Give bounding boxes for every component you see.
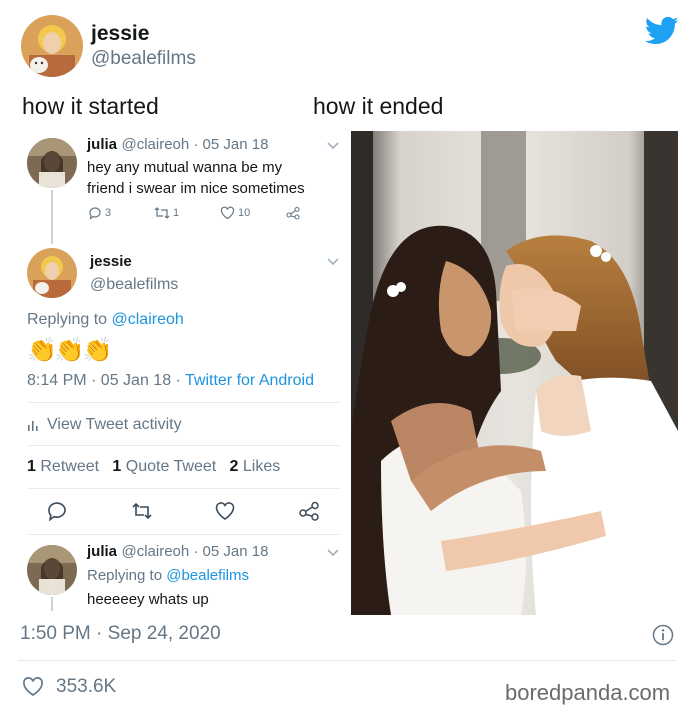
chevron-down-icon[interactable] [326, 548, 340, 558]
tweet1-avatar[interactable] [27, 138, 77, 188]
tweet1-text-line1: hey any mutual wanna be my [87, 159, 283, 176]
retweet-icon[interactable] [131, 500, 153, 522]
likes-label: Likes [242, 458, 281, 475]
tweet3-name[interactable]: julia [87, 543, 117, 560]
tweet2-name[interactable]: jessie [90, 253, 132, 270]
retweets-label: Retweet [40, 458, 100, 475]
heart-icon [220, 206, 235, 220]
tweet1-like-count: 10 [238, 207, 251, 219]
tweet3-header: julia @claireoh · 05 Jan 18 [87, 543, 268, 561]
twitter-bird-icon [645, 16, 679, 45]
quotes-stat[interactable]: 1 Quote Tweet [112, 458, 216, 475]
tweet3-text: heeeeey whats up [87, 591, 209, 608]
retweets-number: 1 [27, 458, 36, 475]
watermark: boredpanda.com [505, 680, 671, 705]
replying-prefix: Replying to [87, 567, 167, 584]
tweet2-time: 8:14 PM · 05 Jan 18 · [27, 372, 186, 389]
tweet1-text-line2: friend i swear im nice sometimes [87, 180, 305, 197]
replying-prefix: Replying to [27, 311, 112, 328]
tweet1-like-button[interactable]: 10 [220, 206, 250, 220]
chevron-down-icon[interactable] [326, 257, 340, 267]
view-tweet-activity[interactable]: View Tweet activity [27, 416, 182, 434]
outer-likes[interactable]: 353.6K [22, 676, 116, 698]
retweets-stat[interactable]: 1 Retweet [27, 458, 99, 475]
reply-icon[interactable] [46, 500, 68, 522]
chevron-down-icon[interactable] [326, 141, 340, 151]
tweet1-retweet-button[interactable]: 1 [154, 206, 179, 220]
reply-icon [89, 207, 101, 220]
outer-likes-count: 353.6K [56, 676, 117, 697]
divider [18, 660, 676, 661]
tweet1-reply-button[interactable]: 3 [88, 206, 111, 220]
divider [27, 402, 340, 403]
tweet1-name[interactable]: julia [87, 136, 117, 153]
tweet1-retweet-count: 1 [173, 207, 180, 219]
wedding-photo[interactable] [351, 131, 678, 615]
heart-icon[interactable] [214, 500, 236, 522]
view-activity-label: View Tweet activity [47, 416, 182, 433]
outer-avatar[interactable] [21, 15, 83, 77]
tweet2-handle[interactable]: @bealefilms [90, 276, 178, 294]
tweet2-clap-emoji: 👏👏👏 [27, 337, 113, 364]
divider [27, 445, 340, 446]
info-icon[interactable] [652, 624, 674, 646]
tweet2-stats: 1 Retweet 1 Quote Tweet 2 Likes [27, 458, 280, 476]
tweet2-replying-to: Replying to @claireoh [27, 311, 184, 329]
likes-stat[interactable]: 2 Likes [230, 458, 281, 475]
quotes-label: Quote Tweet [125, 458, 217, 475]
reply-target-link[interactable]: @bealefilms [166, 567, 249, 584]
tweet2-avatar[interactable] [27, 248, 77, 298]
outer-handle[interactable]: @bealefilms [91, 48, 196, 70]
tweet1-reply-count: 3 [105, 207, 112, 219]
divider [27, 488, 340, 489]
quotes-number: 1 [112, 458, 122, 475]
tweet1-meta: @claireoh · 05 Jan 18 [121, 136, 269, 153]
caption-how-it-ended: how it ended [313, 93, 444, 119]
heart-icon [23, 677, 43, 696]
tweet1-share-button[interactable] [286, 206, 300, 220]
share-icon[interactable] [298, 500, 320, 522]
likes-number: 2 [229, 458, 239, 475]
thread-connector [51, 190, 53, 244]
divider [27, 534, 340, 535]
tweet2-client-link[interactable]: Twitter for Android [185, 372, 314, 389]
bar-chart-icon [28, 420, 38, 431]
caption-how-it-started: how it started [22, 93, 159, 119]
tweet1-header: julia @claireoh · 05 Jan 18 [87, 136, 268, 154]
tweet3-avatar[interactable] [27, 545, 77, 595]
tweet2-timestamp-line: 8:14 PM · 05 Jan 18 · Twitter for Androi… [27, 372, 314, 390]
outer-display-name[interactable]: jessie [91, 22, 149, 46]
thread-connector [51, 597, 53, 611]
share-icon [286, 206, 300, 220]
tweet3-meta: @claireoh · 05 Jan 18 [121, 543, 269, 560]
outer-timestamp[interactable]: 1:50 PM · Sep 24, 2020 [20, 623, 221, 645]
tweet3-replying-to: Replying to @bealefilms [87, 565, 249, 586]
retweet-icon [154, 207, 170, 219]
tweet1-actions: 3 1 10 [88, 206, 308, 226]
reply-target-link[interactable]: @claireoh [112, 311, 184, 328]
